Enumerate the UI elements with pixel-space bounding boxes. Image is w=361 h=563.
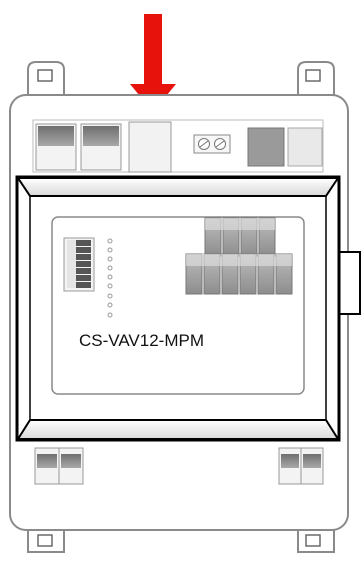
cover-bottom-flap [16, 419, 340, 440]
status-led-column [107, 238, 113, 318]
mounting-tab-bottom-left [27, 528, 65, 553]
controller-device-diagram: CS-VAV12-MPM [9, 14, 361, 553]
indicated-port [128, 121, 172, 173]
screw-terminal [193, 134, 231, 154]
side-latch [337, 251, 361, 315]
mounting-tab-bottom-right [297, 528, 335, 553]
model-label: CS-VAV12-MPM [79, 331, 204, 350]
bottom-connector-left [34, 447, 84, 485]
mounting-tab-top-left [27, 61, 65, 95]
cover-top-flap [16, 177, 340, 197]
terminal-connector [35, 123, 77, 171]
bottom-connector-right [278, 447, 324, 485]
top-connector-block [32, 119, 324, 173]
terminal-connector [80, 123, 122, 171]
rj45-port [247, 127, 285, 167]
port-cover [287, 127, 323, 167]
dip-switch [63, 237, 95, 292]
mounting-tab-top-right [297, 61, 335, 95]
